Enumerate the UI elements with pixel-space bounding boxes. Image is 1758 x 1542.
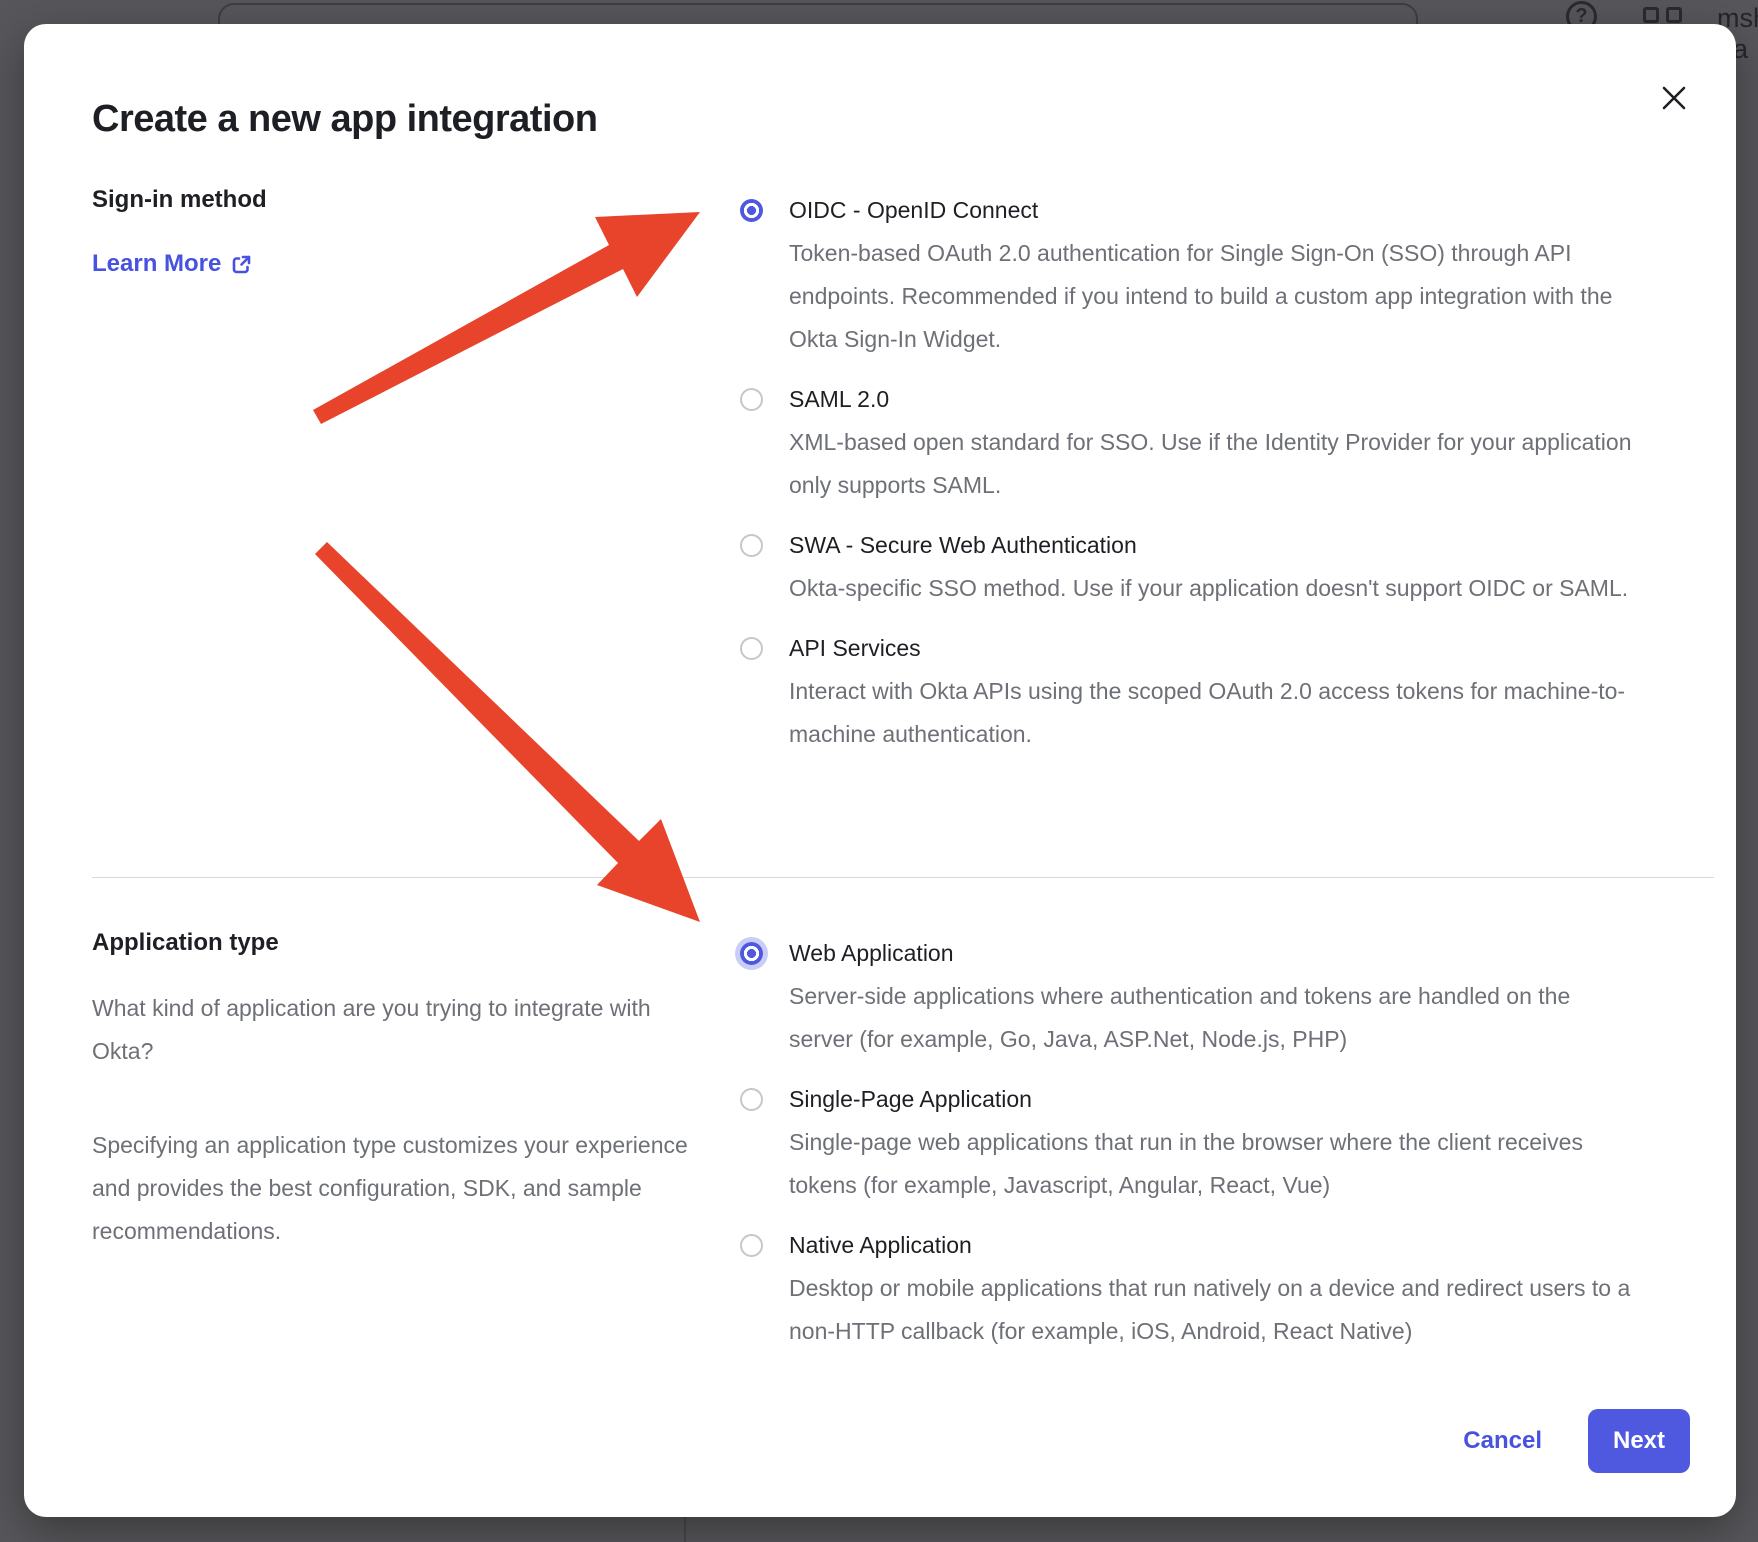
radio-option-label[interactable]: SWA - Secure Web Authentication [789,524,1137,567]
dialog-title: Create a new app integration [92,98,597,141]
radio-selected-icon[interactable] [740,199,763,222]
application-type-note: Specifying an application type customize… [92,1124,692,1253]
radio-option-label[interactable]: Single-Page Application [789,1078,1032,1121]
application-type-question: What kind of application are you trying … [92,987,692,1073]
radio-option-description: Okta-specific SSO method. Use if your ap… [789,567,1634,610]
radio-option-description: Desktop or mobile applications that run … [789,1267,1634,1353]
dialog-footer: Cancel Next [1463,1409,1690,1473]
radio-option-api-services[interactable]: API Services Interact with Okta APIs usi… [740,627,1720,756]
radio-option-single-page-application[interactable]: Single-Page Application Single-page web … [740,1078,1720,1207]
sign-in-method-heading: Sign-in method [92,185,692,215]
radio-option-native-application[interactable]: Native Application Desktop or mobile app… [740,1224,1720,1353]
section-divider [92,877,1714,878]
radio-option-web-application[interactable]: Web Application Server-side applications… [740,932,1720,1061]
radio-option-saml[interactable]: SAML 2.0 XML-based open standard for SSO… [740,378,1720,507]
application-type-options: Web Application Server-side applications… [740,932,1720,1370]
radio-option-description: Token-based OAuth 2.0 authentication for… [789,232,1634,361]
learn-more-label: Learn More [92,250,221,278]
external-link-icon [231,254,252,275]
radio-option-description: Interact with Okta APIs using the scoped… [789,670,1634,756]
sign-in-method-options: OIDC - OpenID Connect Token-based OAuth … [740,189,1720,773]
radio-unselected-icon[interactable] [740,534,763,557]
radio-option-label[interactable]: Web Application [789,932,954,975]
radio-selected-icon[interactable] [740,942,763,965]
radio-unselected-icon[interactable] [740,388,763,411]
background-divider [684,1516,686,1542]
application-type-heading: Application type [92,928,692,958]
radio-option-label[interactable]: Native Application [789,1224,972,1267]
radio-option-label[interactable]: API Services [789,627,921,670]
radio-option-description: Single-page web applications that run in… [789,1121,1634,1207]
radio-unselected-icon[interactable] [740,1088,763,1111]
radio-option-label[interactable]: OIDC - OpenID Connect [789,189,1038,232]
next-button[interactable]: Next [1588,1409,1690,1473]
create-app-integration-dialog: Create a new app integration Sign-in met… [24,24,1736,1517]
radio-unselected-icon[interactable] [740,1234,763,1257]
radio-option-label[interactable]: SAML 2.0 [789,378,889,421]
radio-option-swa[interactable]: SWA - Secure Web Authentication Okta-spe… [740,524,1720,610]
application-type-column: Application type What kind of applicatio… [92,928,692,1253]
radio-unselected-icon[interactable] [740,637,763,660]
cancel-button[interactable]: Cancel [1463,1427,1542,1455]
learn-more-link[interactable]: Learn More [92,250,252,278]
radio-option-oidc[interactable]: OIDC - OpenID Connect Token-based OAuth … [740,189,1720,361]
radio-option-description: XML-based open standard for SSO. Use if … [789,421,1634,507]
close-icon[interactable] [1656,80,1692,116]
radio-option-description: Server-side applications where authentic… [789,975,1634,1061]
sign-in-method-column: Sign-in method Learn More [92,185,692,278]
app-switcher-icon [1643,7,1682,23]
